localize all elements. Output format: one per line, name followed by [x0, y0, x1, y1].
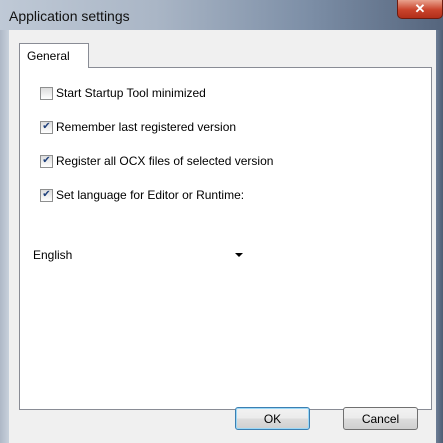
set-language-label: Set language for Editor or Runtime: — [56, 188, 245, 202]
start-minimized-option[interactable]: Start Startup Tool minimized — [40, 86, 206, 100]
ok-button-label: OK — [263, 411, 282, 426]
check-icon: ✔ — [42, 121, 51, 132]
check-icon: ✔ — [42, 155, 51, 166]
title-bar[interactable]: Application settings ✕ — [0, 0, 443, 30]
dialog-body: General Start Startup Tool minimized ✔ R… — [9, 30, 436, 443]
register-ocx-checkbox[interactable]: ✔ — [40, 154, 53, 168]
start-minimized-label: Start Startup Tool minimized — [56, 86, 206, 100]
language-selected-value: English — [33, 247, 73, 262]
register-ocx-label: Register all OCX files of selected versi… — [56, 154, 274, 168]
set-language-option[interactable]: ✔ Set language for Editor or Runtime: — [40, 188, 244, 202]
general-tab-panel: Start Startup Tool minimized ✔ Remember … — [19, 67, 432, 410]
ok-button[interactable]: OK — [235, 407, 310, 430]
window-frame-right — [436, 30, 443, 443]
remember-version-label: Remember last registered version — [56, 120, 237, 134]
language-dropdown[interactable]: English — [29, 244, 250, 265]
remember-version-checkbox[interactable]: ✔ — [40, 120, 53, 134]
window-title: Application settings — [9, 8, 130, 24]
remember-version-option[interactable]: ✔ Remember last registered version — [40, 120, 236, 134]
start-minimized-checkbox[interactable] — [40, 86, 53, 100]
set-language-checkbox[interactable]: ✔ — [40, 188, 53, 202]
tab-label: General — [27, 49, 70, 63]
cancel-button[interactable]: Cancel — [343, 407, 418, 430]
tab-general[interactable]: General — [19, 43, 89, 68]
cancel-button-label: Cancel — [361, 411, 400, 426]
check-icon: ✔ — [42, 189, 51, 200]
chevron-down-icon[interactable] — [235, 253, 243, 257]
application-settings-window: Application settings ✕ General Start Sta… — [0, 0, 443, 443]
close-icon: ✕ — [414, 1, 426, 16]
close-button[interactable]: ✕ — [397, 0, 443, 19]
register-ocx-option[interactable]: ✔ Register all OCX files of selected ver… — [40, 154, 273, 168]
window-frame-left — [0, 30, 9, 443]
